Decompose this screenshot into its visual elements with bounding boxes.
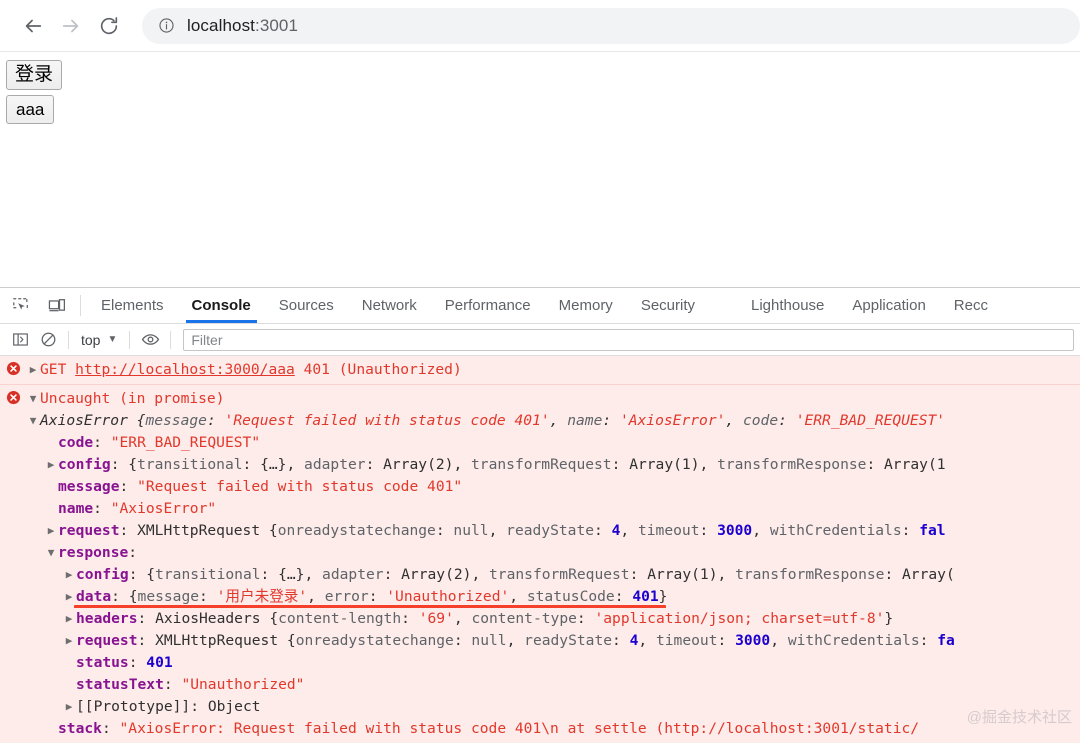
toolbar-divider bbox=[80, 295, 81, 316]
object-property-text: name: "AxiosError" bbox=[58, 500, 217, 517]
disclosure-triangle[interactable]: ▼ bbox=[26, 388, 40, 410]
disclosure-triangle[interactable]: ▶ bbox=[62, 630, 76, 652]
object-property-line[interactable]: ▼ AxiosError {message: 'Request failed wi… bbox=[0, 410, 1080, 432]
console-filter-placeholder: Filter bbox=[191, 331, 223, 348]
red-underline-annotation bbox=[74, 605, 666, 608]
disclosure-triangle[interactable]: ▶ bbox=[44, 454, 58, 476]
tab-performance[interactable]: Performance bbox=[431, 288, 545, 323]
object-property-text: code: "ERR_BAD_REQUEST" bbox=[58, 434, 261, 451]
object-property-line[interactable]: ▶ request: XMLHttpRequest {onreadystatech… bbox=[0, 630, 1080, 652]
object-property-line[interactable]: ▶ config: {transitional: {…}, adapter: Ar… bbox=[0, 454, 1080, 476]
object-property-line[interactable]: ▶ data: {message: '用户未登录', error: 'Unauth… bbox=[0, 586, 1080, 608]
object-property-text: response: bbox=[58, 544, 138, 561]
address-bar[interactable]: localhost:3001 bbox=[142, 7, 1080, 44]
reload-button[interactable] bbox=[90, 7, 128, 45]
aaa-button[interactable]: aaa bbox=[6, 94, 55, 124]
disclosure-triangle[interactable]: ▶ bbox=[26, 359, 40, 381]
tab-sources[interactable]: Sources bbox=[265, 288, 348, 323]
devtools-tab-bar: Elements Console Sources Network Perform… bbox=[0, 288, 1080, 324]
address-port: :3001 bbox=[255, 15, 299, 35]
object-property-text: stack: "AxiosError: Request failed with … bbox=[58, 720, 920, 737]
address-host: localhost bbox=[187, 15, 255, 35]
page-content: 登录 aaa bbox=[0, 52, 1080, 287]
object-property-text: headers: AxiosHeaders {content-length: '… bbox=[76, 610, 894, 627]
object-property-text: [[Prototype]]: Object bbox=[76, 698, 261, 715]
tab-application[interactable]: Application bbox=[838, 288, 939, 323]
object-property-line[interactable]: ▶ request: XMLHttpRequest {onreadystatech… bbox=[0, 520, 1080, 542]
forward-arrow-icon bbox=[62, 19, 79, 32]
disclosure-triangle[interactable]: ▶ bbox=[62, 608, 76, 630]
uncaught-error-header: Uncaught (in promise) bbox=[40, 390, 225, 407]
disclosure-triangle[interactable]: ▼ bbox=[26, 410, 40, 432]
back-button[interactable] bbox=[14, 7, 52, 45]
login-button[interactable]: 登录 bbox=[6, 60, 63, 90]
devtools-tool-icons bbox=[0, 288, 78, 323]
toolbar-separator-2 bbox=[129, 330, 131, 349]
object-property-line[interactable]: ▶status: 401 bbox=[0, 652, 1080, 674]
tab-recorder[interactable]: Recc bbox=[940, 288, 1002, 323]
object-property-text: statusText: "Unauthorized" bbox=[76, 676, 305, 693]
toolbar-separator-3 bbox=[170, 330, 172, 349]
disclosure-triangle[interactable]: ▼ bbox=[44, 542, 58, 564]
network-error-text: GET http://localhost:3000/aaa 401 (Unaut… bbox=[40, 359, 462, 381]
browser-toolbar: localhost:3001 bbox=[0, 0, 1080, 52]
object-property-line[interactable]: ▼ response: bbox=[0, 542, 1080, 564]
device-toolbar-icon[interactable] bbox=[44, 293, 70, 319]
object-property-line[interactable]: ▶stack: "AxiosError: Request failed with… bbox=[0, 718, 1080, 740]
tab-lighthouse[interactable]: Lighthouse bbox=[737, 288, 838, 323]
object-property-line[interactable]: ▶message: "Request failed with status co… bbox=[0, 476, 1080, 498]
request-status: 401 (Unauthorized) bbox=[294, 361, 462, 378]
object-property-text: request: XMLHttpRequest {onreadystatecha… bbox=[58, 522, 946, 539]
request-method: GET bbox=[40, 361, 76, 378]
console-message-uncaught-error[interactable]: ▼ Uncaught (in promise) ▼ AxiosError {mes… bbox=[0, 385, 1080, 743]
object-property-line[interactable]: ▶statusText: "Unauthorized" bbox=[0, 674, 1080, 696]
inspect-element-icon[interactable] bbox=[8, 293, 34, 319]
devtools-panel: Elements Console Sources Network Perform… bbox=[0, 287, 1080, 743]
reload-icon bbox=[100, 16, 118, 34]
error-object-tree: ▼ AxiosError {message: 'Request failed wi… bbox=[0, 410, 1080, 740]
object-property-line[interactable]: ▶ config: {transitional: {…}, adapter: Ar… bbox=[0, 564, 1080, 586]
console-sidebar-icon[interactable] bbox=[6, 327, 34, 353]
clear-console-icon[interactable] bbox=[34, 327, 62, 353]
object-property-line[interactable]: ▶code: "ERR_BAD_REQUEST" bbox=[0, 432, 1080, 454]
console-message-network-error[interactable]: ▶ GET http://localhost:3000/aaa 401 (Una… bbox=[0, 356, 1080, 385]
tab-network[interactable]: Network bbox=[348, 288, 431, 323]
toolbar-separator bbox=[68, 330, 69, 349]
error-icon bbox=[0, 359, 26, 376]
object-property-text: AxiosError {message: 'Request failed wit… bbox=[40, 412, 946, 429]
object-property-text: config: {transitional: {…}, adapter: Arr… bbox=[58, 456, 946, 473]
address-bar-text: localhost:3001 bbox=[187, 16, 298, 36]
tab-memory[interactable]: Memory bbox=[545, 288, 627, 323]
disclosure-triangle[interactable]: ▶ bbox=[62, 696, 76, 718]
chevron-down-icon: ▼ bbox=[107, 334, 118, 345]
tab-security[interactable]: Security bbox=[627, 288, 709, 323]
disclosure-triangle[interactable]: ▶ bbox=[44, 520, 58, 542]
console-message-list[interactable]: ▶ GET http://localhost:3000/aaa 401 (Una… bbox=[0, 356, 1080, 743]
object-property-text: request: XMLHttpRequest {onreadystatecha… bbox=[76, 632, 955, 649]
devtools-tabs: Elements Console Sources Network Perform… bbox=[87, 288, 1080, 323]
console-filter-input[interactable]: Filter bbox=[183, 328, 1074, 351]
object-property-text: message: "Request failed with status cod… bbox=[58, 478, 463, 495]
error-icon bbox=[0, 388, 26, 405]
console-toolbar: top ▼ Filter bbox=[0, 324, 1080, 356]
live-expression-eye-icon[interactable] bbox=[136, 327, 164, 353]
info-circle-icon[interactable] bbox=[158, 17, 175, 34]
object-property-text: status: 401 bbox=[76, 654, 173, 671]
request-url-link[interactable]: http://localhost:3000/aaa bbox=[75, 361, 295, 378]
tab-elements[interactable]: Elements bbox=[87, 288, 178, 323]
execution-context-label: top bbox=[81, 331, 101, 348]
tab-console[interactable]: Console bbox=[178, 288, 265, 323]
object-property-line[interactable]: ▶ [[Prototype]]: Object bbox=[0, 696, 1080, 718]
forward-button[interactable] bbox=[52, 7, 90, 45]
object-property-line[interactable]: ▶name: "AxiosError" bbox=[0, 498, 1080, 520]
object-property-line[interactable]: ▶ headers: AxiosHeaders {content-length: … bbox=[0, 608, 1080, 630]
back-arrow-icon bbox=[25, 19, 42, 32]
disclosure-triangle[interactable]: ▶ bbox=[62, 564, 76, 586]
execution-context-dropdown[interactable]: top ▼ bbox=[75, 332, 123, 348]
object-property-text: config: {transitional: {…}, adapter: Arr… bbox=[76, 566, 955, 583]
